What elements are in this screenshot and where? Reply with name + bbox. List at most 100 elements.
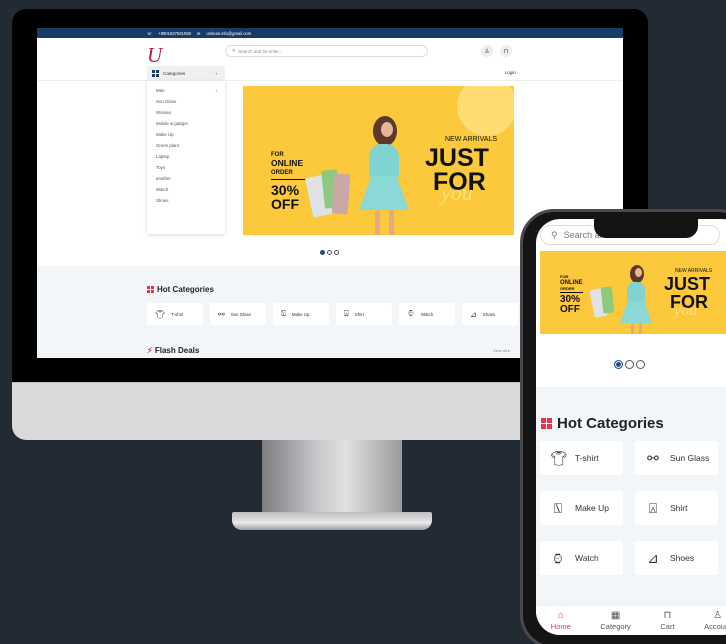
user-icon: ♙ xyxy=(713,609,723,621)
shoe-icon: ⊿ xyxy=(470,309,477,319)
model-top xyxy=(369,144,399,178)
tab-cart[interactable]: ⊓ Cart xyxy=(660,610,675,631)
menu-item-label: Shoes xyxy=(156,198,169,203)
model-face xyxy=(381,122,393,137)
categories-menu: Man › Sun Glass Woman Mobile & gadget Mak… xyxy=(147,81,225,234)
tab-category[interactable]: ▦ Category xyxy=(600,610,630,631)
search-icon: ⚲ xyxy=(232,48,236,53)
hero-banner[interactable]: FOR ONLINE ORDER 30% OFF NEW ARRIVALS JU… xyxy=(243,86,514,235)
categories-toggle[interactable]: Categories › xyxy=(147,66,225,81)
category-label: Shoes xyxy=(670,553,695,563)
tab-home[interactable]: ⌂ Home xyxy=(550,609,571,631)
hot-categories-list: 👕︎ T-shirt ⚯ Sun Glass ⍂ Make Up ⍓ Shirt ⌚︎ W… xyxy=(147,303,518,325)
chevron-right-icon: › xyxy=(215,88,217,93)
mockup-stage: { "desktop": { "topbar": {"phone": "+880… xyxy=(0,0,726,644)
category-card-makeup[interactable]: ⍂ Make Up xyxy=(540,491,623,525)
search-placeholder: Search and hit enter... xyxy=(238,48,283,54)
phone-icon: ☏ xyxy=(147,30,153,36)
flash-deals-heading: ⚡︎ Flash Deals xyxy=(147,346,199,355)
topbar-email[interactable]: uniteas.info@gmail.com xyxy=(207,31,252,36)
tshirt-icon: 👕︎ xyxy=(155,309,166,319)
carousel-dot[interactable] xyxy=(334,250,339,255)
desktop-header: U ⚲ Search and hit enter... ♙ ⊓ xyxy=(37,38,623,68)
makeup-icon: ⍂ xyxy=(281,309,286,318)
topbar-phone: +8801627561556 xyxy=(158,30,191,36)
watch-icon: ⌚︎ xyxy=(407,309,415,318)
cart-button[interactable]: ⊓ xyxy=(500,45,512,57)
model-leg xyxy=(375,210,380,235)
carousel-dot[interactable] xyxy=(625,360,634,369)
arrow-right-icon: ▸ xyxy=(507,348,510,353)
category-card-tshirt[interactable]: 👕︎ T-shirt xyxy=(540,441,623,475)
menu-item-label: Toys xyxy=(156,165,166,170)
login-link[interactable]: Login xyxy=(505,70,516,75)
search-icon: ⚲ xyxy=(551,229,558,240)
category-label: Sun Glass xyxy=(670,453,710,463)
menu-item-woman[interactable]: Woman xyxy=(147,107,225,118)
menu-item-label: Mobile & gadget xyxy=(156,121,188,126)
menu-item-sun-glass[interactable]: Sun Glass xyxy=(147,96,225,107)
menu-item-laptop[interactable]: Laptop xyxy=(147,151,225,162)
carousel-dot[interactable] xyxy=(320,250,325,255)
category-label: T-shirt xyxy=(171,311,184,317)
desktop-search-input[interactable]: ⚲ Search and hit enter... xyxy=(225,45,428,57)
makeup-icon: ⍂ xyxy=(553,499,563,516)
shopping-bag-image xyxy=(331,173,351,215)
category-card-sunglass[interactable]: ⚯ Sun Glass xyxy=(210,303,266,325)
sunglass-icon: ⚯ xyxy=(218,309,225,319)
view-all-label: View all xyxy=(493,348,507,353)
mobile-tabbar: ⌂Home ▦Category ⊓Cart ♙Account xyxy=(536,605,726,635)
menu-item-label: another xyxy=(156,176,171,181)
carousel-dots xyxy=(320,250,339,255)
banner-you: you xyxy=(441,180,473,205)
tab-account[interactable]: ♙Account xyxy=(704,609,726,631)
menu-item-another[interactable]: another xyxy=(147,173,225,184)
banner-rule xyxy=(560,292,583,293)
tab-label: Cart xyxy=(660,621,675,631)
category-card-watch[interactable]: ⌚︎ Watch xyxy=(399,303,455,325)
category-card-makeup[interactable]: ⍂ Make Up xyxy=(273,303,329,325)
menu-item-mobile[interactable]: Mobile & gadget xyxy=(147,118,225,129)
model-skirt xyxy=(620,301,652,323)
banner-percent: 30% xyxy=(271,182,300,198)
menu-item-watch[interactable]: Watch xyxy=(147,184,225,195)
menu-item-label: Green plant xyxy=(156,143,179,148)
account-button[interactable]: ♙ xyxy=(481,45,493,57)
model-leg xyxy=(389,210,394,235)
menu-item-green-plant[interactable]: Green plant xyxy=(147,140,225,151)
home-icon: ⌂ xyxy=(557,609,564,621)
mobile-hero-banner[interactable]: FOR ONLINE ORDER 30% OFF NEW ARRIVALS JU… xyxy=(540,251,726,334)
site-logo[interactable]: U xyxy=(147,43,162,68)
model-leg xyxy=(639,323,642,334)
flash-deals-title: Flash Deals xyxy=(154,346,200,355)
hot-categories-heading: Hot Categories xyxy=(147,285,214,294)
bolt-icon: ⚡︎ xyxy=(147,346,153,355)
carousel-dot[interactable] xyxy=(614,360,623,369)
menu-item-label: Sun Glass xyxy=(156,99,177,104)
mobile-hot-categories-heading: Hot Categories xyxy=(541,415,664,432)
tab-label: Home xyxy=(550,621,571,631)
menu-item-shoes[interactable]: Shoes xyxy=(147,195,225,206)
menu-item-man[interactable]: Man › xyxy=(147,85,225,96)
tshirt-icon: 👕︎ xyxy=(550,449,568,466)
menu-item-toys[interactable]: Toys xyxy=(147,162,225,173)
view-all-link[interactable]: View all ▸ xyxy=(493,348,510,353)
banner-just: JUST xyxy=(664,274,711,294)
carousel-dot[interactable] xyxy=(636,360,645,369)
category-card-watch[interactable]: ⌚︎ Watch xyxy=(540,541,623,575)
model-face xyxy=(635,268,642,277)
carousel-dot[interactable] xyxy=(327,250,332,255)
category-card-shoes[interactable]: ⊿ Shoes xyxy=(635,541,718,575)
phone-notch xyxy=(594,219,698,238)
grid-icon xyxy=(152,70,159,77)
shirt-icon: ⍓ xyxy=(344,309,349,318)
category-card-tshirt[interactable]: 👕︎ T-shirt xyxy=(147,303,203,325)
banner-new-arrivals: NEW ARRIVALS xyxy=(445,136,497,143)
menu-item-make-up[interactable]: Make Up xyxy=(147,129,225,140)
category-card-shirt[interactable]: ⍓ Shirt xyxy=(336,303,392,325)
category-label: Shirt xyxy=(670,503,688,513)
category-card-shoes[interactable]: ⊿ Shoes xyxy=(462,303,518,325)
category-card-shirt[interactable]: ⍓ Shirt xyxy=(635,491,718,525)
category-card-sunglass[interactable]: ⚯ Sun Glass xyxy=(635,441,718,475)
shoe-icon: ⊿ xyxy=(647,549,659,566)
